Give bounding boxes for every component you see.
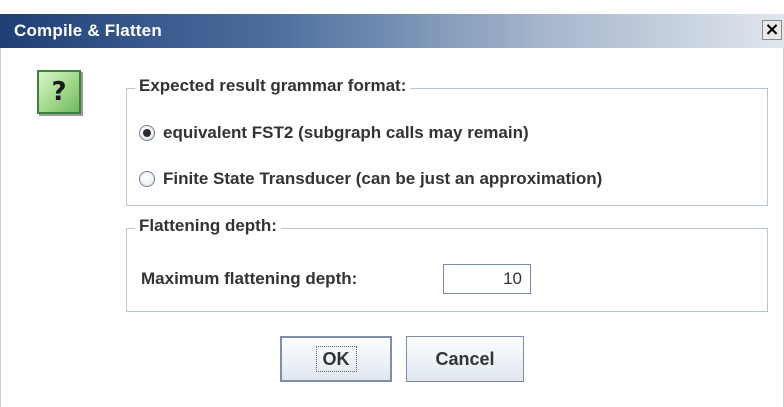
depth-group: Flattening depth: Maximum flattening dep…	[126, 216, 768, 312]
ok-button[interactable]: OK	[280, 336, 392, 382]
compile-flatten-dialog: Compile & Flatten × ? Expected result gr…	[0, 0, 784, 407]
format-group: Expected result grammar format: equivale…	[126, 76, 768, 206]
radio-option-fst[interactable]: Finite State Transducer (can be just an …	[139, 168, 602, 190]
title-bar[interactable]: Compile & Flatten ×	[0, 14, 784, 48]
window-border-left	[0, 48, 5, 407]
max-depth-input[interactable]	[443, 264, 531, 294]
ok-button-label: OK	[315, 346, 357, 372]
window-border-right	[779, 48, 784, 407]
close-button[interactable]: ×	[762, 20, 782, 40]
close-icon: ×	[764, 19, 780, 40]
max-depth-label: Maximum flattening depth:	[141, 269, 358, 288]
cancel-button[interactable]: Cancel	[406, 336, 524, 382]
dialog-title: Compile & Flatten	[14, 21, 162, 40]
format-group-title: Expected result grammar format:	[135, 76, 411, 96]
radio-button-fst[interactable]	[139, 171, 155, 187]
radio-option-fst2[interactable]: equivalent FST2 (subgraph calls may rema…	[139, 122, 529, 144]
question-icon: ?	[37, 70, 81, 114]
radio-label-fst2: equivalent FST2 (subgraph calls may rema…	[163, 123, 529, 142]
depth-group-title: Flattening depth:	[135, 216, 281, 236]
radio-label-fst: Finite State Transducer (can be just an …	[163, 169, 603, 188]
radio-button-fst2[interactable]	[139, 125, 155, 141]
